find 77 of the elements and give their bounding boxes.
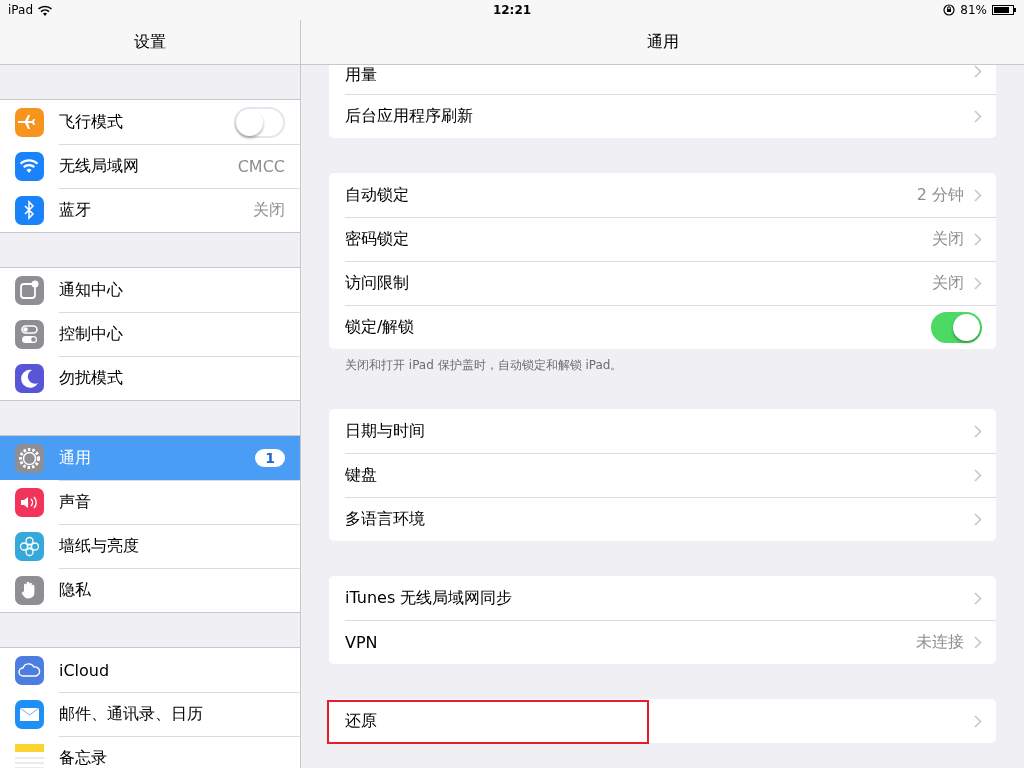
row-label: 日期与时间: [345, 420, 426, 442]
sidebar-item[interactable]: 隐私: [0, 568, 300, 612]
battery-icon: [992, 5, 1016, 15]
item-label: 勿扰模式: [59, 367, 124, 389]
item-value: CMCC: [237, 156, 285, 176]
item-label: 飞行模式: [59, 111, 124, 133]
settings-row[interactable]: 锁定/解锁: [329, 305, 996, 349]
item-label: 控制中心: [59, 323, 124, 345]
sidebar-title: 设置: [134, 31, 166, 53]
detail-title: 通用: [646, 31, 679, 53]
item-label: 通用: [59, 447, 92, 469]
chevron-icon: [974, 591, 982, 605]
chevron-icon: [974, 424, 982, 438]
chevron-icon: [974, 232, 982, 246]
row-value: 关闭: [932, 228, 964, 250]
device-name: iPad: [8, 3, 33, 17]
battery-percent: 81%: [960, 3, 987, 17]
wifi-icon: [38, 4, 52, 16]
item-label: 隐私: [59, 579, 92, 601]
sidebar-item[interactable]: 备忘录: [0, 736, 300, 768]
row-label: 还原: [345, 710, 378, 732]
sidebar-item[interactable]: 通用 1: [0, 436, 300, 480]
row-label: 密码锁定: [345, 228, 410, 250]
sidebar-item[interactable]: 墙纸与亮度: [0, 524, 300, 568]
group-footnote: 关闭和打开 iPad 保护盖时，自动锁定和解锁 iPad。: [344, 357, 624, 374]
item-label: 邮件、通讯录、日历: [59, 703, 204, 725]
settings-row[interactable]: 日期与时间: [329, 409, 996, 453]
count-badge: 1: [255, 449, 285, 467]
row-label: 多语言环境: [345, 508, 426, 530]
row-label: 锁定/解锁: [345, 316, 416, 338]
item-label: 墙纸与亮度: [59, 535, 140, 557]
row-label: 访问限制: [345, 272, 410, 294]
sidebar-item[interactable]: 无线局域网 CMCC: [0, 144, 300, 188]
item-label: 无线局域网: [59, 155, 140, 177]
sidebar-item[interactable]: 控制中心: [0, 312, 300, 356]
row-label: 后台应用程序刷新: [345, 105, 474, 127]
item-label: 通知中心: [59, 279, 124, 301]
sidebar-item[interactable]: 飞行模式: [0, 100, 300, 144]
settings-row[interactable]: VPN 未连接: [329, 620, 996, 664]
item-label: 声音: [59, 491, 92, 513]
chevron-icon: [974, 276, 982, 290]
row-label: 键盘: [345, 464, 378, 486]
row-label: 自动锁定: [345, 184, 410, 206]
sidebar-item[interactable]: 勿扰模式: [0, 356, 300, 400]
settings-row[interactable]: 还原: [329, 699, 996, 743]
settings-row[interactable]: 键盘: [329, 453, 996, 497]
chevron-icon: [974, 468, 982, 482]
row-value: 关闭: [932, 272, 964, 294]
item-label: 蓝牙: [59, 199, 92, 221]
row-label: 用量: [345, 65, 378, 86]
sidebar-item[interactable]: 邮件、通讯录、日历: [0, 692, 300, 736]
chevron-icon: [974, 635, 982, 649]
item-label: 备忘录: [59, 747, 108, 768]
settings-row[interactable]: 用量: [329, 65, 996, 94]
clock-time: 12:21: [492, 3, 532, 17]
sidebar-item[interactable]: iCloud: [0, 648, 300, 692]
row-label: iTunes 无线局域网同步: [345, 587, 514, 609]
row-value: 2 分钟: [916, 184, 964, 206]
settings-row[interactable]: 后台应用程序刷新: [329, 94, 996, 138]
settings-row[interactable]: iTunes 无线局域网同步: [329, 576, 996, 620]
chevron-icon: [974, 188, 982, 202]
chevron-icon: [974, 714, 982, 728]
row-label: VPN: [345, 632, 379, 652]
rotation-lock-icon: [943, 4, 956, 16]
item-label: iCloud: [59, 660, 111, 680]
settings-row[interactable]: 自动锁定 2 分钟: [329, 173, 996, 217]
settings-row[interactable]: 访问限制 关闭: [329, 261, 996, 305]
settings-row[interactable]: 多语言环境: [329, 497, 996, 541]
toggle-switch[interactable]: [931, 311, 982, 343]
chevron-icon: [974, 109, 982, 123]
settings-row[interactable]: 密码锁定 关闭: [329, 217, 996, 261]
item-value: 关闭: [253, 199, 285, 221]
row-value: 未连接: [916, 631, 964, 653]
chevron-icon: [974, 512, 982, 526]
sidebar-item[interactable]: 声音: [0, 480, 300, 524]
sidebar-item[interactable]: 通知中心: [0, 268, 300, 312]
sidebar-item[interactable]: 蓝牙 关闭: [0, 188, 300, 232]
